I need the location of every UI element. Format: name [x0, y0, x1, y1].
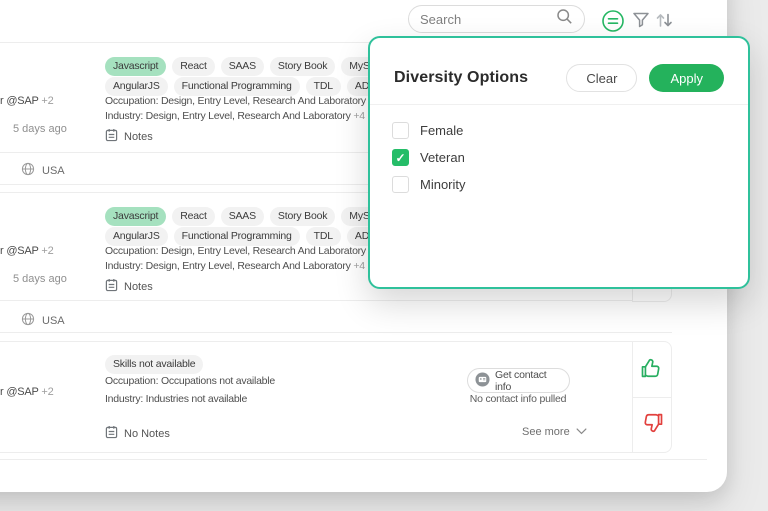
globe-icon — [21, 312, 35, 329]
app-viewport: Search r @SAP +2 5 days ago Javascript R… — [0, 0, 768, 511]
search-input[interactable]: Search — [408, 5, 585, 33]
location-row: USA — [21, 312, 65, 329]
skill-tag[interactable]: AngularJS — [105, 227, 168, 246]
contact-card-icon — [475, 372, 490, 390]
location-row: USA — [21, 162, 65, 179]
thumbs-down-icon[interactable] — [639, 409, 666, 441]
card-footer-divider — [0, 300, 632, 301]
card-bottom-divider — [0, 332, 672, 333]
popup-title: Diversity Options — [394, 69, 554, 87]
skill-tag[interactable]: Story Book — [270, 207, 335, 226]
posted-time: 5 days ago — [13, 123, 67, 135]
occupation-line: Occupation: Design, Entry Level, Researc… — [105, 245, 380, 258]
contact-status-text: No contact info pulled — [450, 393, 586, 405]
occupation-line: Occupation: Design, Entry Level, Researc… — [105, 95, 380, 108]
see-more-link[interactable]: See more — [522, 426, 587, 438]
notes-icon — [105, 128, 118, 145]
skills-row-2: AngularJS Functional Programming TDL ADL… — [105, 77, 407, 96]
notes-icon — [105, 278, 118, 295]
candidate-handle: r @SAP +2 — [0, 95, 54, 107]
skill-tag[interactable]: AngularJS — [105, 77, 168, 96]
option-label: Minority — [420, 177, 466, 192]
candidate-handle: r @SAP +2 — [0, 386, 54, 398]
skill-tag[interactable]: Story Book — [270, 57, 335, 76]
search-icon — [556, 8, 573, 30]
option-veteran[interactable]: Veteran — [392, 149, 726, 166]
skill-tag[interactable]: SAAS — [221, 207, 264, 226]
skills-row-2: AngularJS Functional Programming TDL ADL… — [105, 227, 407, 246]
skills-not-available-tag: Skills not available — [105, 355, 203, 374]
option-label: Veteran — [420, 150, 465, 165]
candidate-handle: r @SAP +2 — [0, 245, 54, 257]
get-contact-info-button[interactable]: Get contact info — [467, 368, 570, 393]
notes-link[interactable]: No Notes — [105, 425, 170, 442]
skills-row: Skills not available — [105, 355, 203, 374]
sort-icon[interactable] — [653, 9, 675, 36]
skill-tag[interactable]: Javascript — [105, 207, 166, 226]
minority-checkbox[interactable] — [392, 176, 409, 193]
notes-link[interactable]: Notes — [105, 278, 153, 295]
skill-tag[interactable]: React — [172, 207, 214, 226]
option-label: Female — [420, 123, 463, 138]
option-minority[interactable]: Minority — [392, 176, 726, 193]
female-checkbox[interactable] — [392, 122, 409, 139]
skill-tag[interactable]: Functional Programming — [174, 227, 300, 246]
card-top-divider — [0, 341, 632, 342]
thumbs-divider — [633, 397, 671, 398]
globe-icon — [21, 162, 35, 179]
skill-tag[interactable]: TDL — [306, 77, 341, 96]
funnel-filter-icon[interactable] — [631, 10, 651, 35]
skill-tag[interactable]: Functional Programming — [174, 77, 300, 96]
clear-button[interactable]: Clear — [566, 64, 637, 92]
option-female[interactable]: Female — [392, 122, 726, 139]
industry-line: Industry: Industries not available — [105, 393, 247, 406]
veteran-checkbox-checked[interactable] — [392, 149, 409, 166]
next-row-divider — [0, 459, 707, 460]
card-bottom-divider — [0, 452, 632, 453]
industry-line: Industry: Design, Entry Level, Research … — [105, 110, 365, 123]
notes-link[interactable]: Notes — [105, 128, 153, 145]
search-placeholder: Search — [420, 12, 461, 27]
skill-tag[interactable]: Javascript — [105, 57, 166, 76]
diversity-options-popup: Diversity Options Clear Apply Female Vet… — [368, 36, 750, 289]
apply-button[interactable]: Apply — [649, 64, 724, 92]
skill-tag[interactable]: TDL — [306, 227, 341, 246]
notes-icon — [105, 425, 118, 442]
occupation-line: Occupation: Occupations not available — [105, 375, 275, 388]
thumbs-up-icon[interactable] — [638, 355, 665, 387]
industry-line: Industry: Design, Entry Level, Research … — [105, 260, 365, 273]
posted-time: 5 days ago — [13, 273, 67, 285]
skill-tag[interactable]: SAAS — [221, 57, 264, 76]
skill-tag[interactable]: React — [172, 57, 214, 76]
list-filter-icon[interactable] — [601, 9, 625, 38]
chevron-down-icon — [576, 426, 587, 438]
